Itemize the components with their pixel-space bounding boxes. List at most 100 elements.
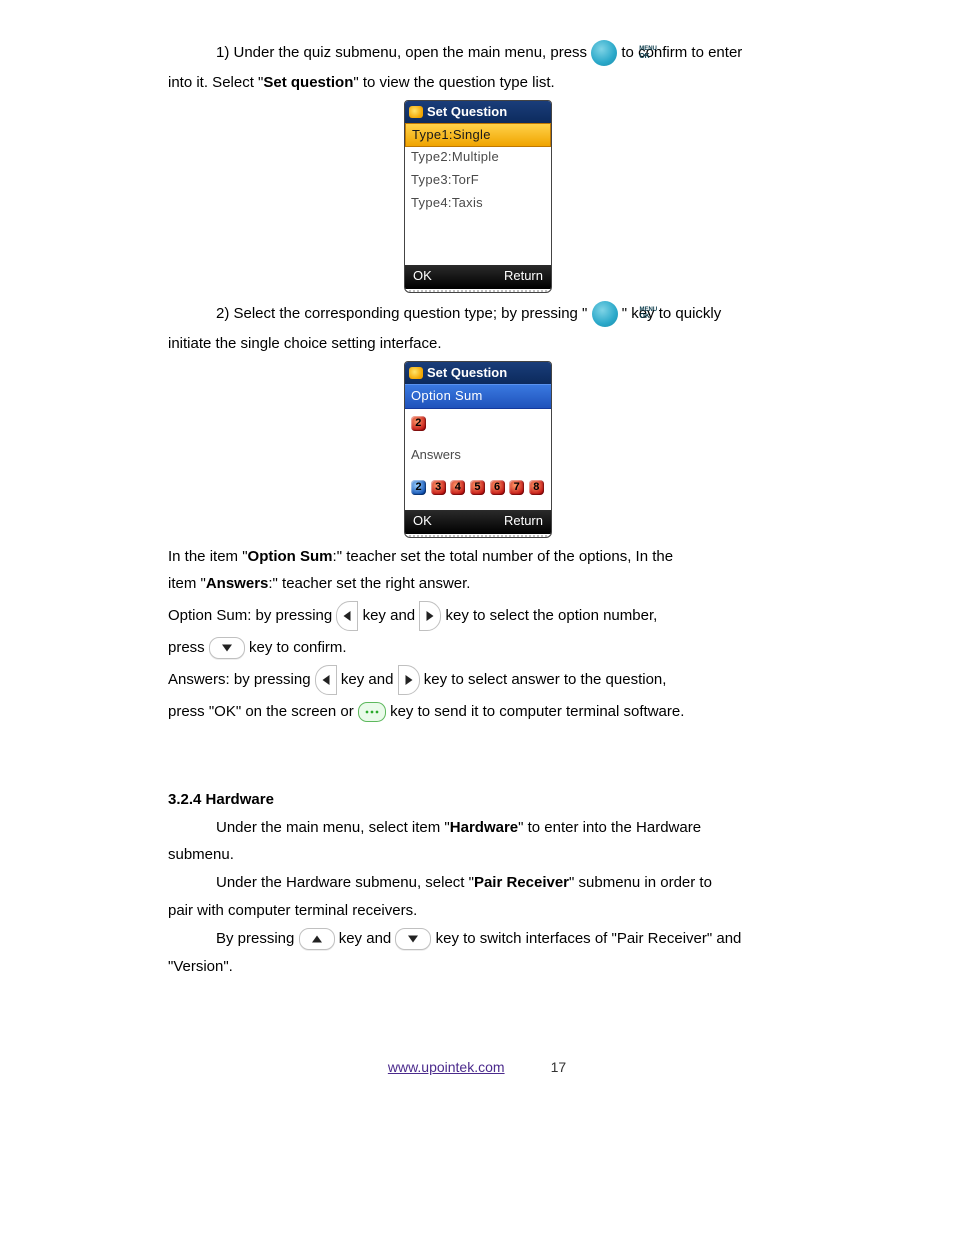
os-b: key and <box>363 607 420 624</box>
section-heading: 3.2.4 Hardware <box>168 789 788 811</box>
device1-ok[interactable]: OK <box>413 267 432 286</box>
app-icon <box>409 106 423 118</box>
device2-title: Set Question <box>427 364 507 383</box>
paragraph-step-2: 2) Select the corresponding question typ… <box>168 301 788 327</box>
hardware-p2b: pair with computer terminal receivers. <box>168 900 788 922</box>
answer-8[interactable]: 8 <box>529 480 544 495</box>
device-screen-2: Set Question Option Sum 2 Answers 2 3 4 … <box>404 361 552 538</box>
device1-title: Set Question <box>427 103 507 122</box>
p1-bold: Set question <box>263 74 353 91</box>
paragraph-explain-2: item "Answers:" teacher set the right an… <box>168 573 788 595</box>
ex2c: :" teacher set the right answer. <box>268 575 470 592</box>
device1-return[interactable]: Return <box>504 267 543 286</box>
hw2a: Under the Hardware submenu, select " <box>216 874 474 891</box>
section-number: 3.2.4 <box>168 791 201 808</box>
menu-ok-icon-2: MENU OK <box>592 301 618 327</box>
menu-ok-line2: OK <box>591 53 617 61</box>
arrow-down-icon[interactable] <box>209 637 245 659</box>
paragraph-answers-2: press "OK" on the screen or key to send … <box>168 701 788 723</box>
hw3b: key and <box>339 930 396 947</box>
paragraph-answers: Answers: by pressing key and key to sele… <box>168 665 788 695</box>
menu-ok-line1: MENU <box>591 40 617 53</box>
ex2a: item " <box>168 575 206 592</box>
hardware-p2: Under the Hardware submenu, select "Pair… <box>168 872 788 894</box>
answers-row: 2 3 4 5 6 7 8 <box>405 467 551 510</box>
os-a: Option Sum: by pressing <box>168 607 336 624</box>
paragraph-option-sum: Option Sum: by pressing key and key to s… <box>168 601 788 631</box>
device2-footer: OK Return <box>405 510 551 534</box>
device2-ok[interactable]: OK <box>413 512 432 531</box>
device-screen-1: Set Question Type1:Single Type2:Multiple… <box>404 100 552 293</box>
page-footer: www.upointek.com 17 <box>0 1057 954 1077</box>
hw2b: Pair Receiver <box>474 874 569 891</box>
screenshot-set-question-types: Set Question Type1:Single Type2:Multiple… <box>168 100 788 293</box>
app-icon-2 <box>409 367 423 379</box>
answer-3[interactable]: 3 <box>431 480 446 495</box>
arrow-left-icon[interactable] <box>336 601 358 631</box>
arrow-right-icon-2[interactable] <box>398 665 420 695</box>
footer-link[interactable]: www.upointek.com <box>388 1057 505 1077</box>
device1-item-4[interactable]: Type4:Taxis <box>405 192 551 215</box>
p2-text-3: initiate the single choice setting inter… <box>168 335 442 352</box>
device2-header[interactable]: Option Sum <box>405 384 551 409</box>
device1-item-2[interactable]: Type2:Multiple <box>405 146 551 169</box>
hardware-p3: By pressing key and key to switch interf… <box>168 928 788 950</box>
three-dots-icon[interactable] <box>358 702 386 722</box>
paragraph-quiz-intro: 1) Under the quiz submenu, open the main… <box>168 40 788 66</box>
p1-text-4: " to view the question type list. <box>353 74 554 91</box>
arrow-right-icon[interactable] <box>419 601 441 631</box>
device1-item-3[interactable]: Type3:TorF <box>405 169 551 192</box>
answers-label: Answers <box>405 434 551 467</box>
an-e: key to send it to computer terminal soft… <box>390 703 684 720</box>
hw1d: submenu. <box>168 846 234 863</box>
hardware-p1: Under the main menu, select item "Hardwa… <box>168 817 788 839</box>
arrow-up-icon[interactable] <box>299 928 335 950</box>
device1-item-1[interactable]: Type1:Single <box>405 123 551 148</box>
answer-7[interactable]: 7 <box>509 480 524 495</box>
hw1b: Hardware <box>450 819 518 836</box>
hardware-p3b: "Version". <box>168 956 788 978</box>
answer-5[interactable]: 5 <box>470 480 485 495</box>
answer-4[interactable]: 4 <box>450 480 465 495</box>
device1-titlebar: Set Question <box>405 101 551 124</box>
hw3a: By pressing <box>216 930 299 947</box>
hw2d: pair with computer terminal receivers. <box>168 902 417 919</box>
device2-titlebar: Set Question <box>405 362 551 385</box>
os-c: key to select the option number, <box>445 607 657 624</box>
screenshot-option-sum: Set Question Option Sum 2 Answers 2 3 4 … <box>168 361 788 538</box>
device1-footer: OK Return <box>405 265 551 289</box>
ex2b: Answers <box>206 575 269 592</box>
an-a: Answers: by pressing <box>168 671 315 688</box>
ex1b: Option Sum <box>248 548 333 565</box>
hw3d: "Version". <box>168 958 233 975</box>
an-b: key and <box>341 671 398 688</box>
an-c: key to select answer to the question, <box>424 671 667 688</box>
device2-body: Option Sum 2 Answers 2 3 4 5 6 7 8 <box>405 384 551 509</box>
footer-page-number: 17 <box>551 1057 567 1077</box>
p1-text-1: 1) Under the quiz submenu, open the main… <box>216 44 591 61</box>
hardware-p1b: submenu. <box>168 844 788 866</box>
ex1a: In the item " <box>168 548 248 565</box>
menu-ok-2-line1: MENU <box>592 301 618 314</box>
answer-2[interactable]: 2 <box>411 480 426 495</box>
section-title: Hardware <box>201 791 274 808</box>
hw3c: key to switch interfaces of "Pair Receiv… <box>436 930 742 947</box>
arrow-down-icon-2[interactable] <box>395 928 431 950</box>
device2-return[interactable]: Return <box>504 512 543 531</box>
option-sum-value: 2 <box>411 416 426 431</box>
device1-body: Type1:Single Type2:Multiple Type3:TorF T… <box>405 123 551 265</box>
os-e: key to confirm. <box>249 639 347 656</box>
paragraph-step-2b: initiate the single choice setting inter… <box>168 333 788 355</box>
hw1a: Under the main menu, select item " <box>216 819 450 836</box>
os-d: press <box>168 639 209 656</box>
paragraph-quiz-intro-2: into it. Select "Set question" to view t… <box>168 72 788 94</box>
arrow-left-icon-2[interactable] <box>315 665 337 695</box>
menu-ok-2-line2: OK <box>592 313 618 321</box>
hw2c: " submenu in order to <box>569 874 712 891</box>
an-d: press "OK" on the screen or <box>168 703 358 720</box>
p1-text-3: into it. Select " <box>168 74 263 91</box>
p2-text-2: " key to quickly <box>622 305 722 322</box>
ex1c: :" teacher set the total number of the o… <box>333 548 674 565</box>
answer-6[interactable]: 6 <box>490 480 505 495</box>
menu-ok-icon: MENU OK <box>591 40 617 66</box>
